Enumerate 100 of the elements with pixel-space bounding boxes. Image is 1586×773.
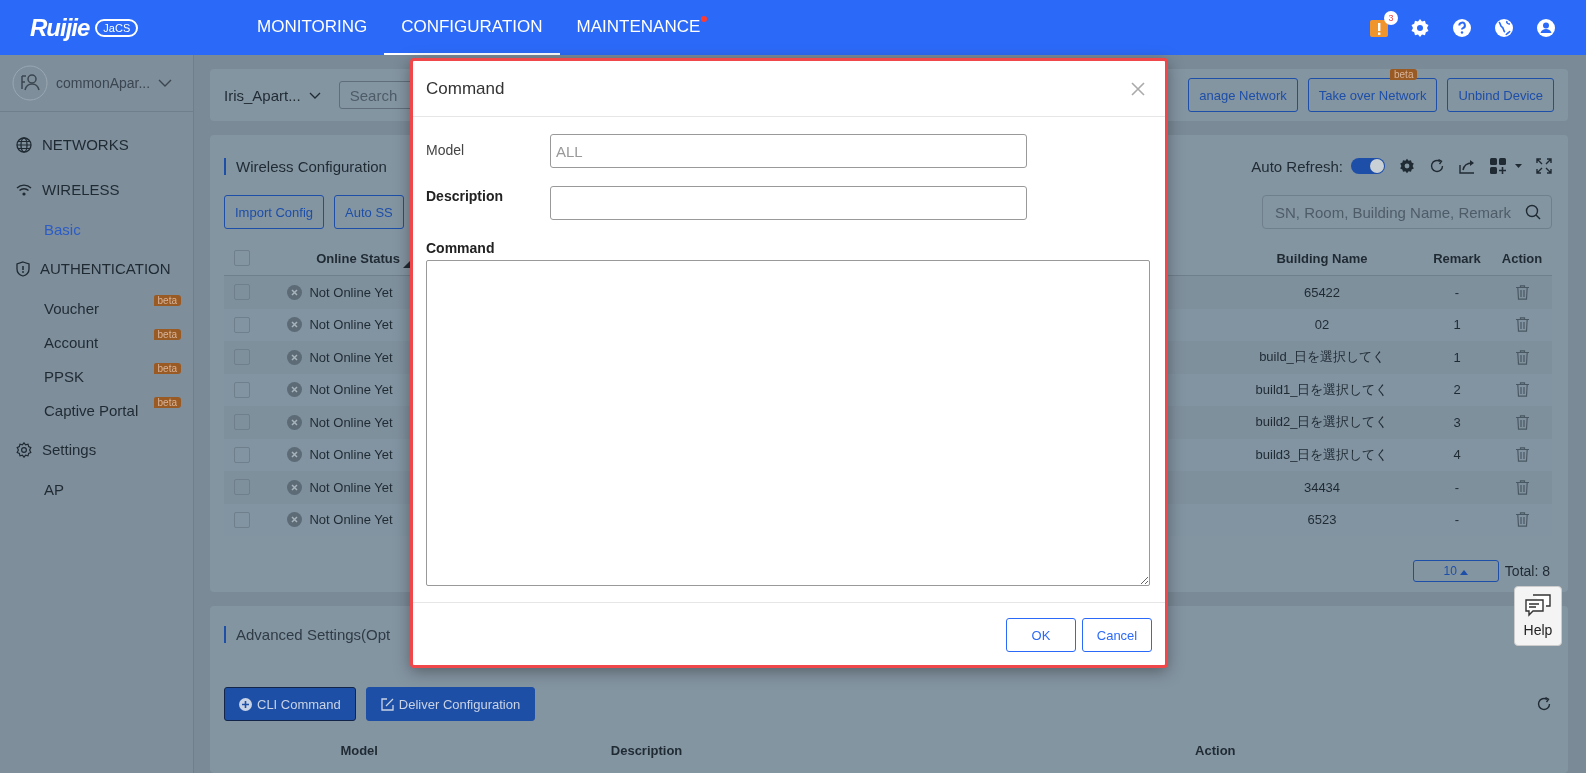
toolbar-button[interactable]: Import Config [224,195,325,229]
offline-status-icon [287,349,303,365]
status-text: Not Online Yet [309,382,393,398]
auto-refresh-toggle[interactable] [1351,158,1385,174]
trash-icon[interactable] [1515,414,1529,430]
settings-icon[interactable] [1410,17,1430,38]
column-header: Action [1501,250,1543,266]
beta-badge: beta [153,397,181,408]
sidebar-group[interactable]: Settings [0,427,193,472]
input-field[interactable]: ALL [550,134,1027,168]
trash-icon[interactable] [1515,447,1529,463]
nav-tab[interactable]: MONITORING [240,0,385,55]
chat-bubbles-icon [1525,594,1551,618]
offline-status-icon [287,317,303,333]
column-header: Action [1195,743,1236,758]
account-selector[interactable]: commonApar... [0,55,193,112]
offline-status-icon [287,512,303,528]
toolbar-button[interactable]: Auto SS [334,195,404,229]
trash-icon[interactable] [1515,382,1529,398]
trash-icon[interactable] [1515,317,1529,333]
table-cell: build1_日を選択してく [1255,381,1389,397]
table-cell: 3 [1453,414,1461,430]
column-header[interactable]: Online Status [316,250,400,266]
deliver-configuration-button[interactable]: Deliver Configuration [365,687,536,721]
trash-icon[interactable] [1515,512,1529,528]
table-cell: 6523 [1307,512,1337,528]
help-icon[interactable] [1452,17,1472,38]
table-cell: 2 [1453,382,1461,398]
sidebar-group[interactable]: AUTHENTICATION [0,246,193,291]
dialog-button[interactable]: Cancel [1082,618,1152,652]
caret-up-icon [1460,570,1469,575]
nav-tab[interactable]: CONFIGURATION [384,0,560,55]
dialog-title: Command [426,78,505,99]
fullscreen-icon[interactable] [1536,158,1552,174]
grid-add-icon[interactable] [1490,158,1522,174]
sidebar-item[interactable]: Account beta [0,325,193,359]
status-text: Not Online Yet [309,317,393,333]
offline-status-icon [287,284,303,300]
status-text: Not Online Yet [309,284,393,300]
table-cell: build2_日を選択してく [1255,414,1389,430]
column-header: Building Name [1276,250,1368,266]
help-button[interactable]: Help [1514,586,1562,646]
table-cell: 1 [1453,349,1461,365]
settings-icon[interactable] [1399,158,1415,174]
input-field[interactable] [550,186,1027,220]
sidebar-group[interactable]: WIRELESS [0,167,193,212]
field-label: Command [426,239,496,256]
dialog-button[interactable]: OK [1006,618,1076,652]
table-cell: build_日を選択してく [1259,349,1385,365]
plus-circle-icon [239,697,252,711]
table-cell: 1 [1453,317,1461,333]
offline-status-icon [287,414,303,430]
status-text: Not Online Yet [309,349,393,365]
total-count: Total: 8 [1504,563,1550,579]
page-size-select[interactable]: 10 [1412,560,1499,582]
alert-icon[interactable] [1370,18,1388,37]
refresh-icon[interactable] [1429,158,1445,174]
chevron-down-icon [308,91,321,99]
section-title: Advanced Settings(Opt [224,626,391,643]
trash-icon[interactable] [1515,349,1529,365]
column-header: Remark [1433,250,1481,266]
close-icon[interactable] [1131,81,1145,96]
search-icon [1525,204,1541,220]
offline-status-icon [287,382,303,398]
sidebar-item[interactable]: Captive Portal beta [0,393,193,427]
trash-icon[interactable] [1515,284,1529,300]
table-cell: 4 [1453,447,1461,463]
status-text: Not Online Yet [309,447,393,463]
table-cell: - [1454,284,1460,300]
cli-command-button[interactable]: CLI Command [224,687,356,721]
table-cell: - [1454,479,1460,495]
table-cell: 02 [1314,317,1330,333]
refresh-icon[interactable] [1536,696,1552,712]
field-label: Model [426,141,466,158]
network-button[interactable]: Unbind Device [1447,78,1554,112]
wifi-icon [16,182,32,197]
alert-count-badge: 3 [1384,10,1398,25]
user-icon[interactable] [1536,17,1556,38]
sidebar-item[interactable]: AP [0,472,193,506]
beta-badge: beta [1390,69,1418,80]
edit-icon [380,697,394,711]
globe-icon[interactable] [1494,17,1514,38]
auto-refresh-label: Auto Refresh: [1251,157,1343,175]
table-cell: 34434 [1303,479,1341,495]
status-text: Not Online Yet [309,414,393,430]
offline-status-icon [287,447,303,463]
trash-icon[interactable] [1515,479,1529,495]
share-icon[interactable] [1459,158,1476,174]
column-header: Model [340,743,378,758]
sidebar-group[interactable]: NETWORKS [0,122,193,167]
field-label: Description [426,187,504,204]
table-cell: 65422 [1303,284,1341,300]
sidebar-item[interactable]: Voucher beta [0,291,193,325]
nav-tab[interactable]: MAINTENANCE [559,0,718,55]
sidebar-item[interactable]: PPSK beta [0,359,193,393]
beta-badge: beta [153,329,181,340]
network-dropdown[interactable]: Iris_Apart... [224,86,321,104]
column-header: Description [610,743,683,758]
network-button[interactable]: anage Network [1188,78,1298,112]
search-field[interactable]: SN, Room, Building Name, Remark [1262,195,1552,229]
